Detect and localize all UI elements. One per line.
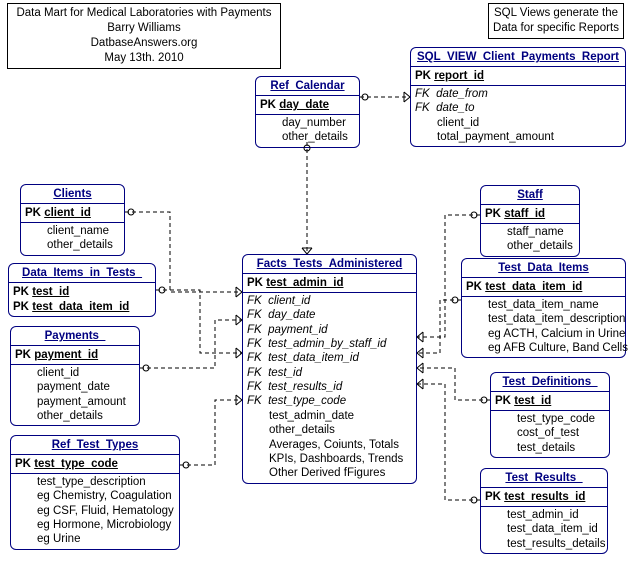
info-sql-line: Data for specific Reports: [493, 21, 619, 36]
entity-title: Test_Results_: [481, 469, 607, 488]
entity-ref-calendar: Ref_Calendar PK day_date day_number othe…: [255, 76, 360, 148]
entity-test-results: Test_Results_ PK test_results_id test_ad…: [480, 468, 608, 554]
entity-title: SQL_VIEW_Client_Payments_Report: [411, 48, 625, 67]
info-title-line: DatbaseAnswers.org: [12, 36, 276, 51]
entity-test-data-items: Test_Data_Items PK test_data_item_id tes…: [461, 258, 626, 358]
entity-title: Clients: [21, 185, 124, 204]
info-sql-box: SQL Views generate the Data for specific…: [488, 3, 624, 39]
entity-title: Test_Data_Items: [462, 259, 625, 278]
entity-title: Staff: [481, 186, 579, 205]
entity-ref-test-types: Ref_Test_Types PK test_type_code test_ty…: [10, 435, 180, 550]
entity-title: Data_Items_in_Tests_: [9, 264, 155, 283]
entity-test-definitions: Test_Definitions_ PK test_id test_type_c…: [490, 372, 610, 458]
entity-title: Ref_Test_Types: [11, 436, 179, 455]
entity-title: Facts_Tests_Administered: [243, 255, 416, 274]
entity-clients: Clients PK client_id client_name other_d…: [20, 184, 125, 256]
info-title-line: May 13th. 2010: [12, 51, 276, 66]
entity-title: Test_Definitions_: [491, 373, 609, 392]
entity-facts: Facts_Tests_Administered PK test_admin_i…: [242, 254, 417, 484]
entity-staff: Staff PK staff_id staff_name other_detai…: [480, 185, 580, 257]
entity-title: Ref_Calendar: [256, 77, 359, 96]
info-title-line: Data Mart for Medical Laboratories with …: [12, 6, 276, 21]
entity-sql-view: SQL_VIEW_Client_Payments_Report PK repor…: [410, 47, 626, 147]
entity-data-items-in-tests: Data_Items_in_Tests_ PK test_id PK test_…: [8, 263, 156, 317]
entity-payments: Payments_ PK payment_id client_id paymen…: [10, 326, 140, 426]
info-sql-line: SQL Views generate the: [493, 6, 619, 21]
entity-title: Payments_: [11, 327, 139, 346]
info-title-line: Barry Williams: [12, 21, 276, 36]
info-title-box: Data Mart for Medical Laboratories with …: [7, 3, 281, 69]
